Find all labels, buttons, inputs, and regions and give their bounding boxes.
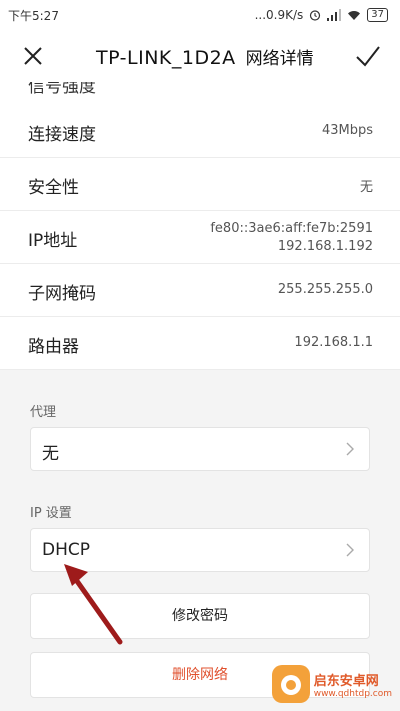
ipv4-address: 192.168.1.192 — [277, 239, 373, 254]
ip-settings-value: DHCP — [42, 540, 90, 560]
watermark-text: 启东安卓网 www.qdhtdp.com — [314, 670, 392, 699]
check-icon[interactable] — [354, 42, 382, 70]
chevron-right-icon — [346, 442, 354, 456]
status-icons: ...0.9K/s 37 — [255, 8, 388, 22]
wifi-icon — [348, 11, 361, 20]
status-bar: 下午5:27 ...0.9K/s 37 — [0, 0, 400, 30]
close-icon[interactable] — [20, 43, 46, 69]
status-time: 下午5:27 — [8, 8, 59, 23]
row-ip-address: IP地址 fe80::3ae6:aff:fe7b:2591 192.168.1.… — [0, 211, 400, 264]
row-value: 192.168.1.1 — [294, 335, 373, 350]
chevron-right-icon — [346, 543, 354, 557]
proxy-value: 无 — [42, 444, 59, 464]
page-title: TP-LINK_1D2A 网络详情 — [96, 44, 314, 69]
row-label: 路由器 — [28, 337, 79, 357]
ip-settings-section-label: IP 设置 — [30, 506, 72, 521]
ipv6-address: fe80::3ae6:aff:fe7b:2591 — [210, 221, 373, 236]
network-ssid: TP-LINK_1D2A — [96, 47, 236, 69]
row-label: 连接速度 — [28, 125, 96, 145]
row-label: IP地址 — [28, 231, 78, 251]
proxy-section-label: 代理 — [30, 405, 57, 420]
title-text: 网络详情 — [245, 49, 314, 69]
watermark: 启东安卓网 www.qdhtdp.com — [271, 665, 392, 703]
battery-indicator: 37 — [367, 8, 388, 22]
signal-icon — [327, 9, 342, 21]
watermark-logo-icon — [271, 665, 310, 703]
network-speed: ...0.9K/s — [254, 8, 304, 22]
row-label: 安全性 — [28, 178, 79, 198]
row-value: fe80::3ae6:aff:fe7b:2591 192.168.1.192 — [210, 220, 373, 256]
row-subnet-mask: 子网掩码 255.255.255.0 — [0, 264, 400, 317]
row-security: 安全性 无 — [0, 158, 400, 211]
clipped-row: 信号强度 — [28, 82, 96, 97]
title-bar: TP-LINK_1D2A 网络详情 — [0, 30, 400, 82]
watermark-name: 启东安卓网 — [313, 673, 379, 689]
row-value: 无 — [359, 180, 373, 195]
row-value: 255.255.255.0 — [277, 282, 373, 297]
row-connection-speed: 连接速度 43Mbps — [0, 105, 400, 158]
alarm-icon — [310, 10, 321, 21]
row-label: 子网掩码 — [28, 284, 96, 304]
row-router: 路由器 192.168.1.1 — [0, 317, 400, 370]
annotation-arrow-icon — [64, 564, 123, 645]
watermark-url: www.qdhtdp.com — [313, 688, 392, 699]
row-value: 43Mbps — [321, 123, 373, 138]
proxy-selector[interactable]: 无 — [30, 427, 370, 471]
